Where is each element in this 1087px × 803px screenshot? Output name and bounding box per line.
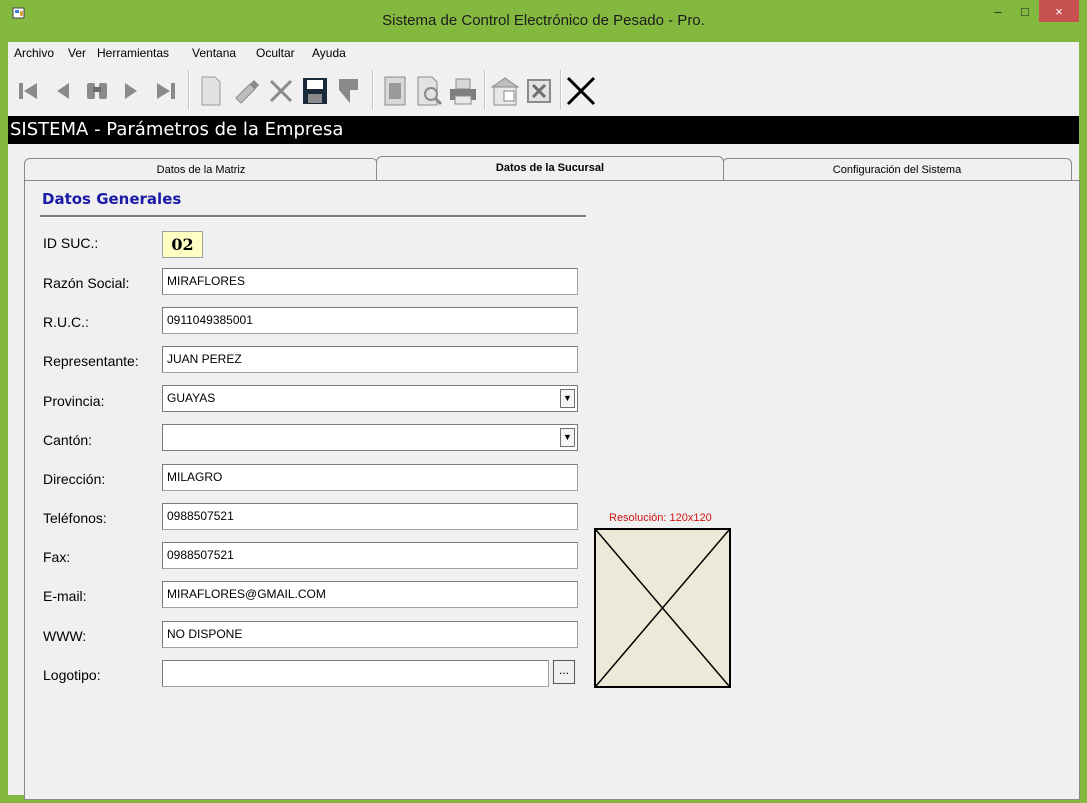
export-icon[interactable]: [488, 72, 522, 110]
www-input[interactable]: NO DISPONE: [162, 621, 578, 648]
representante-input[interactable]: JUAN PEREZ: [162, 346, 578, 373]
empty-image-placeholder-icon: [596, 530, 729, 686]
main-content: Datos de la Matriz Datos de la Sucursal …: [8, 144, 1080, 800]
email-label: E-mail:: [43, 588, 87, 604]
menu-ocultar[interactable]: Ocultar: [256, 46, 295, 60]
group-divider: [40, 215, 586, 218]
window-border-right: [1079, 42, 1087, 803]
title-bar[interactable]: Sistema de Control Electrónico de Pesado…: [0, 0, 1087, 42]
razon-social-label: Razón Social:: [43, 275, 130, 291]
delete-icon[interactable]: [264, 72, 298, 110]
window-border-left: [0, 42, 8, 803]
preview-icon[interactable]: [412, 72, 446, 110]
menu-herramientas[interactable]: Herramientas: [97, 46, 169, 60]
canton-select[interactable]: ▼: [162, 424, 578, 451]
close-window-button[interactable]: ×: [1039, 0, 1079, 22]
edit-icon[interactable]: [230, 72, 264, 110]
new-document-icon[interactable]: [194, 72, 228, 110]
toolbar: [8, 64, 1079, 116]
tab-strip: Datos de la Matriz Datos de la Sucursal …: [24, 156, 1080, 180]
logo-preview: [594, 528, 731, 688]
fax-label: Fax:: [43, 549, 71, 565]
www-label: WWW:: [43, 628, 87, 644]
canton-label: Cantón:: [43, 432, 93, 448]
app-window: Sistema de Control Electrónico de Pesado…: [0, 0, 1087, 803]
direccion-input[interactable]: MILAGRO: [162, 464, 578, 491]
menu-archivo[interactable]: Archivo: [14, 46, 54, 60]
save-icon[interactable]: [298, 72, 332, 110]
first-record-icon[interactable]: [12, 72, 46, 110]
close-icon[interactable]: [564, 72, 598, 110]
id-suc-field: 02: [162, 231, 203, 258]
logotipo-input[interactable]: [162, 660, 549, 687]
menu-bar: Archivo Ver Herramientas Ventana Ocultar…: [8, 42, 1079, 65]
chevron-down-icon[interactable]: ▼: [560, 428, 575, 447]
toolbar-separator: [560, 70, 562, 110]
ruc-label: R.U.C.:: [43, 314, 89, 330]
provincia-select[interactable]: GUAYAS ▼: [162, 385, 578, 412]
toolbar-separator: [188, 70, 190, 110]
group-title: Datos Generales: [42, 190, 182, 208]
section-title: SISTEMA - Parámetros de la Empresa: [8, 116, 1079, 144]
menu-ver[interactable]: Ver: [68, 46, 86, 60]
toolbar-separator: [484, 70, 486, 110]
razon-social-input[interactable]: MIRAFLORES: [162, 268, 578, 295]
next-record-icon[interactable]: [114, 72, 148, 110]
fax-input[interactable]: 0988507521: [162, 542, 578, 569]
telefonos-input[interactable]: 0988507521: [162, 503, 578, 530]
minimize-button[interactable]: –: [985, 0, 1011, 22]
representante-label: Representante:: [43, 353, 139, 369]
undo-icon[interactable]: [332, 72, 366, 110]
excel-icon[interactable]: [522, 72, 556, 110]
chevron-down-icon[interactable]: ▼: [560, 389, 575, 408]
maximize-button[interactable]: □: [1012, 0, 1038, 22]
logotipo-label: Logotipo:: [43, 667, 101, 683]
direccion-label: Dirección:: [43, 471, 106, 487]
tab-datos-matriz[interactable]: Datos de la Matriz: [24, 158, 378, 180]
provincia-value: GUAYAS: [167, 391, 216, 405]
toolbar-separator: [372, 70, 374, 110]
browse-logo-button[interactable]: ...: [553, 660, 575, 684]
email-input[interactable]: MIRAFLORES@GMAIL.COM: [162, 581, 578, 608]
last-record-icon[interactable]: [148, 72, 182, 110]
telefonos-label: Teléfonos:: [43, 510, 107, 526]
search-binoculars-icon[interactable]: [80, 72, 114, 110]
menu-ayuda[interactable]: Ayuda: [312, 46, 346, 60]
print-icon[interactable]: [446, 72, 480, 110]
menu-ventana[interactable]: Ventana: [192, 46, 236, 60]
ruc-input[interactable]: 0911049385001: [162, 307, 578, 334]
id-suc-label: ID SUC.:: [43, 235, 99, 251]
resolution-label: Resolución: 120x120: [609, 512, 712, 524]
report-icon[interactable]: [378, 72, 412, 110]
tab-configuracion-sistema[interactable]: Configuración del Sistema: [722, 158, 1072, 180]
provincia-label: Provincia:: [43, 393, 105, 409]
tab-datos-sucursal[interactable]: Datos de la Sucursal: [376, 156, 724, 180]
previous-record-icon[interactable]: [46, 72, 80, 110]
window-title: Sistema de Control Electrónico de Pesado…: [382, 12, 705, 29]
